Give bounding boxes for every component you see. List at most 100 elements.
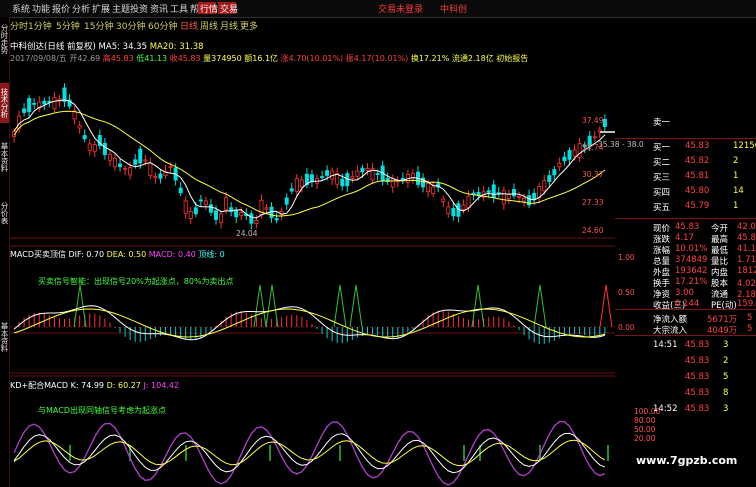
stat-row[interactable]: 涨幅10.01%最低41.13 [615, 244, 756, 256]
candle-body [390, 178, 395, 188]
period-1min[interactable]: 1分钟 [28, 19, 52, 32]
trade-badge-label: 交易 [220, 5, 239, 15]
macd-dif: MACD买卖顶信 DIF: 0.70 [10, 250, 105, 259]
candle-body [567, 150, 572, 160]
candle-body [446, 206, 451, 215]
kline-chart[interactable] [10, 33, 615, 487]
period-daily[interactable]: 日线 [180, 19, 198, 32]
quote-badge-label: 行情 [200, 5, 219, 15]
quote-panel: 卖一 买一45.8312156买二45.822买三45.811买四45.8014… [615, 110, 756, 487]
candle-body [471, 192, 476, 195]
kd-j: J: 104.42 [143, 381, 180, 390]
bid-volume: 2 [733, 156, 739, 166]
bid-row[interactable]: 买一 45.83 12156 [615, 141, 756, 153]
candle-body [92, 144, 97, 152]
bid-row[interactable]: 买三 45.81 1 [615, 171, 756, 183]
tick-time: 14:52 [653, 404, 678, 414]
stat-value-2: 159.5 [737, 299, 756, 309]
candle-body [602, 118, 607, 127]
stat-value-2: 1.71 [737, 255, 756, 265]
menu-quote[interactable]: 报价 [52, 2, 70, 15]
price-axis-5: 24.60 [582, 226, 604, 235]
signal-mark [253, 284, 267, 328]
tab-basic[interactable]: 基本资料 [0, 137, 9, 177]
flow-value-2: 5 [747, 313, 753, 323]
tick-row[interactable]: 45.83 2 [615, 356, 756, 367]
tab-intraday[interactable]: 分时走势 [0, 19, 9, 59]
candle-body [501, 190, 506, 205]
candle-body [107, 153, 112, 161]
candle-body [123, 167, 128, 170]
period-weekly[interactable]: 周线 [200, 19, 218, 32]
tick-volume: 5 [723, 372, 729, 382]
tick-price: 45.83 [685, 388, 710, 398]
tick-price: 45.83 [685, 404, 710, 414]
stat-row[interactable]: 外盘193642内盘181207 [615, 266, 756, 278]
tab-basic-2[interactable]: 基本资料 [0, 317, 9, 357]
stat-value: 4.17 [675, 233, 694, 243]
period-15min[interactable]: 15分钟 [84, 19, 113, 32]
kd-k: KD+配合MACD K: 74.99 [10, 381, 105, 390]
tick-volume: 3 [723, 404, 729, 414]
period-60min[interactable]: 60分钟 [148, 19, 177, 32]
flow-row[interactable]: 大宗流入 4049万 5 [615, 324, 756, 336]
menu-tools[interactable]: 工具 [170, 2, 188, 15]
bid-row[interactable]: 买五 45.79 1 [615, 201, 756, 213]
divider [615, 138, 756, 139]
candle-body [77, 125, 82, 129]
flow-value-2: 5 [747, 324, 753, 334]
candle-body [168, 166, 173, 168]
candle-body [542, 180, 547, 192]
stat-row[interactable]: 净资3.00流通2.18亿 [615, 288, 756, 300]
menu-news[interactable]: 资讯 [150, 2, 168, 15]
kd-note: 与MACD出现同轴信号考虑为起涨点 [38, 406, 166, 415]
candle-body [153, 176, 158, 179]
candle-body [213, 210, 218, 220]
bid-volume: 1 [733, 201, 739, 211]
login-status[interactable]: 交易未登录 [378, 2, 423, 15]
tick-row[interactable]: 14:52 45.83 3 [615, 404, 756, 415]
stat-row[interactable]: 现价45.83今开42.08 [615, 222, 756, 234]
period-30min[interactable]: 30分钟 [116, 19, 145, 32]
tick-row[interactable]: 14:51 45.83 3 [615, 340, 756, 351]
candle-body [138, 148, 143, 164]
stat-row[interactable]: 换手17.21%股本4.02亿 [615, 277, 756, 289]
menu-function[interactable]: 功能 [32, 2, 50, 15]
price-axis-3: 30.37 [582, 170, 604, 179]
stat-value: 0.144 [675, 299, 700, 309]
tick-row[interactable]: 45.83 5 [615, 372, 756, 383]
tick-price: 45.83 [685, 356, 710, 366]
tick-row[interactable]: 45.83 8 [615, 388, 756, 399]
candle-body [486, 190, 491, 193]
candle-body [158, 173, 163, 179]
menu-extend[interactable]: 扩展 [92, 2, 110, 15]
tab-technical[interactable]: 技术分析 [0, 83, 9, 123]
price-axis-1: 37.49 [582, 116, 604, 125]
period-intraday[interactable]: 分时 [10, 19, 28, 32]
period-more[interactable]: 更多 [240, 19, 258, 32]
period-5min[interactable]: 5分钟 [56, 19, 80, 32]
bid-row[interactable]: 买二 45.82 2 [615, 156, 756, 168]
stat-row[interactable]: 总量 374849 量比 1.71 [615, 255, 756, 267]
menu-analysis[interactable]: 分析 [72, 2, 90, 15]
tick-time: 14:51 [653, 340, 678, 350]
candle-body [360, 167, 365, 173]
menu-theme[interactable]: 主题投资 [112, 2, 148, 15]
candle-body [441, 198, 446, 202]
stat-value: 45.83 [675, 222, 700, 232]
candle-body [239, 212, 244, 216]
candle-body [249, 213, 254, 224]
period-monthly[interactable]: 月线 [220, 19, 238, 32]
flow-row[interactable]: 净流入额 5671万 5 [615, 313, 756, 325]
tab-price-table[interactable]: 分价表 [0, 193, 9, 233]
menu-system[interactable]: 系统 [12, 2, 30, 15]
divider [615, 335, 756, 336]
candle-body [224, 197, 229, 211]
bid-row[interactable]: 买四 45.80 14 [615, 186, 756, 198]
stat-value-2: 41.13 [737, 244, 756, 254]
macd-header: MACD买卖顶信 DIF: 0.70 DEA: 0.50 MACD: 0.40 … [10, 249, 225, 260]
candle-body [577, 143, 582, 158]
stat-row[interactable]: 涨跌4.17最高45.83 [615, 233, 756, 245]
candle-body [557, 162, 562, 168]
low-price-label: 24.04 [236, 229, 258, 238]
